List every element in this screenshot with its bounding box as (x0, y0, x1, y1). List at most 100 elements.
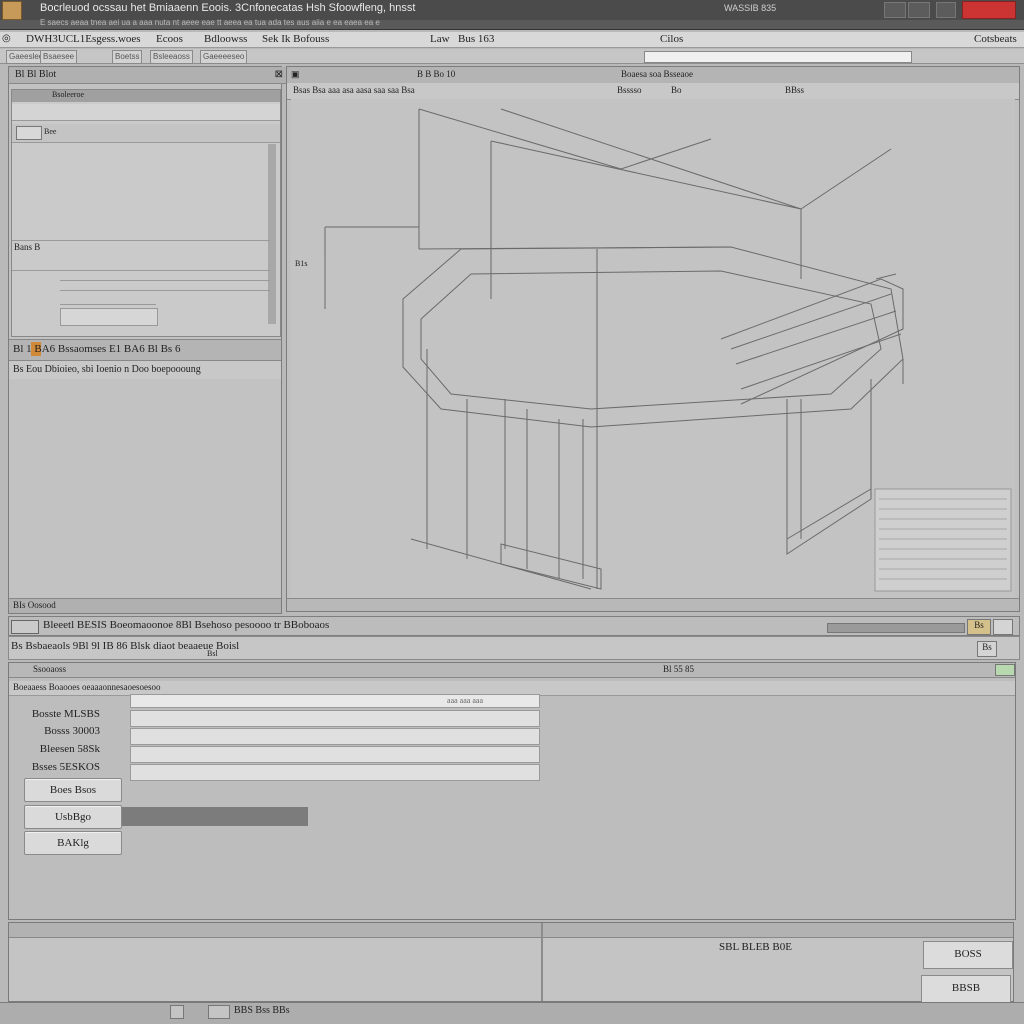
status-icon-1[interactable] (170, 1005, 184, 1019)
status-button-1[interactable]: Bs (967, 619, 991, 635)
object-list-filter[interactable] (12, 104, 280, 121)
viewport-sub-left: Bsas Bsa aaa asa aasa saa saa Bsa (293, 85, 415, 95)
panel-close-icon[interactable]: ⊠ (275, 67, 283, 83)
toolbar-search-field[interactable] (644, 51, 912, 63)
footer-header (9, 923, 1013, 938)
form-value-bar (122, 807, 308, 826)
field-input-3[interactable] (130, 746, 540, 763)
viewport-footer (287, 598, 1019, 611)
form-header-right: Bl 55 85 (663, 664, 695, 674)
toolbar-button-4[interactable]: Bsleeaoss (150, 50, 193, 64)
viewport-canvas[interactable]: B1s (291, 99, 1015, 599)
status-bar: BBS Bss BBs (0, 1002, 1024, 1024)
row-divider (60, 280, 270, 281)
properties-toolbar-text: Bl 1 BA6 Bssaomses E1 BA6 Bl Bs 6 (13, 343, 181, 355)
menu-item-bus[interactable]: Bus 163 (458, 33, 494, 45)
toolbar-button-5[interactable]: Gaeeeeseo (200, 50, 248, 64)
command-bar: Bleeetl BESIS Boeomaoonoe 8Bl Bsehoso pe… (8, 616, 1020, 636)
menu-bar: ◎ DWH3UCL1Esgess.woes Ecoos Bdloowss Sek… (0, 32, 1024, 48)
field-input-hint: aaa aaa aaa (447, 696, 483, 705)
menu-item-tools[interactable]: Sek Ik Bofouss (262, 33, 329, 45)
left-panel-footer-text: BIs Oosood (13, 600, 56, 610)
viewport-title: B B Bo 10 (417, 69, 456, 79)
viewport-header-right: Boaesa soa Bsseaoe (621, 69, 693, 79)
form-header: Ssooaoss Bl 55 85 (9, 663, 1015, 678)
3d-viewport[interactable]: ▣ B B Bo 10 Boaesa soa Bsseaoe Bsas Bsa … (286, 66, 1020, 612)
left-panel-title: Bl Bl Blot (15, 69, 57, 80)
menu-item-file[interactable]: DWH3UCL1Esgess.woes (26, 33, 141, 45)
field-label-1: Bosste MLSBS (31, 708, 100, 720)
object-list-row[interactable] (60, 308, 158, 326)
prompt-subtext: Bsl (207, 649, 218, 658)
prompt-text: Bs Bsbaeaols 9Bl 9l IB 86 Blsk diaot bea… (11, 640, 240, 652)
menu-item-settings[interactable]: Cotsbeats (974, 33, 1017, 45)
object-list-scrollbar[interactable] (268, 144, 276, 324)
field-label-4: Bsses 5ESKOS (31, 761, 100, 773)
app-icon (2, 1, 22, 20)
menu-item-cilos[interactable]: Cilos (660, 33, 683, 45)
field-input-4[interactable] (130, 764, 540, 781)
subbar-text: E saecs aeaa tnea aei ua a aaa nuta nt a… (40, 18, 380, 27)
menu-item-edit[interactable]: Ecoos (156, 33, 183, 45)
prompt-button[interactable]: Bs (977, 641, 997, 657)
viewport-sub-mid2: Bo (671, 85, 682, 95)
form-button-3[interactable]: BAKlg (24, 831, 122, 855)
menu-item-law[interactable]: Law (430, 33, 450, 45)
command-icon[interactable] (11, 620, 39, 634)
toolbar: Gaeesleo Bsaesee Boetss Bsleeaoss Gaeeee… (0, 49, 1024, 64)
footer-button-1[interactable]: BOSS (923, 941, 1013, 969)
row-divider (12, 240, 270, 241)
viewport-subheader: Bsas Bsa aaa asa aasa saa saa Bsa Bsssso… (287, 83, 1019, 100)
properties-body (9, 379, 281, 597)
left-panel-header: Bl Bl Blot ⊠ (9, 67, 287, 84)
field-label-2: Bosss 30003 (44, 725, 100, 737)
object-list-panel: Bsoleeroe Bee Bans B (11, 89, 281, 337)
field-label-3: Bleesen 58Sk (39, 743, 100, 755)
status-icon-2[interactable] (208, 1005, 230, 1019)
row-divider (60, 304, 156, 305)
wireframe-drawing (324, 108, 1012, 592)
field-input-header[interactable]: aaa aaa aaa (130, 694, 540, 708)
viewport-axis-label: B1s (295, 259, 308, 268)
minimize-button[interactable] (884, 2, 906, 18)
form-subheader-text: Boeaaess Boaooes oeaaaonnesaoesoesoo (13, 682, 161, 692)
form-button-1[interactable]: Boes Bsos (24, 778, 122, 802)
properties-description-row: Bs Eou Dbioieo, sbi Ioenio n Doo boepooo… (9, 361, 281, 380)
object-icon[interactable] (16, 126, 42, 140)
window-title-right: WASSIB 835 (724, 3, 777, 13)
menu-item-view[interactable]: Bdloowss (204, 33, 247, 45)
row-label: Bans B (14, 242, 41, 252)
window-title: Bocrleuod ocssau het Bmiaaenn Eoois. 3Cn… (40, 2, 416, 14)
restore-button[interactable] (936, 2, 956, 18)
form-button-2[interactable]: UsbBgo (24, 805, 122, 829)
row-divider (12, 270, 270, 271)
progress-bar (827, 623, 965, 633)
status-button-2[interactable] (993, 619, 1013, 635)
field-input-1[interactable] (130, 710, 540, 727)
field-input-2[interactable] (130, 728, 540, 745)
app-menu-icon[interactable]: ◎ (2, 33, 11, 44)
form-toggle-icon[interactable] (995, 664, 1015, 676)
close-button[interactable] (962, 1, 1016, 19)
status-bar-text: BBS Bss BBs (234, 1005, 290, 1016)
object-list-header: Bsoleeroe (12, 90, 280, 102)
maximize-button[interactable] (908, 2, 930, 18)
viewport-sub-right: BBss (785, 85, 805, 95)
properties-description: Bs Eou Dbioieo, sbi Ioenio n Doo boepooo… (13, 364, 201, 375)
object-list-toolbar: Bee (12, 124, 280, 143)
object-list-subtitle: Bee (44, 127, 57, 136)
viewport-tab-icon[interactable]: ▣ (291, 69, 300, 80)
properties-toolbar: Bl 1 BA6 Bssaomses E1 BA6 Bl Bs 6 (9, 339, 281, 361)
toolbar-button-2[interactable]: Bsaesee (40, 50, 78, 64)
form-header-title: Ssooaoss (33, 664, 67, 674)
viewport-header: ▣ B B Bo 10 Boaesa soa Bsseaoe (287, 67, 1019, 84)
title-bar: Bocrleuod ocssau het Bmiaaenn Eoois. 3Cn… (0, 0, 1024, 20)
left-panel-footer: BIs Oosood (9, 598, 281, 613)
footer-button-2[interactable]: BBSB (921, 975, 1011, 1003)
toolbar-button-3[interactable]: Boetss (112, 50, 143, 64)
left-panel: Bl Bl Blot ⊠ Bsoleeroe Bee Bans B Bl 1 B… (8, 66, 287, 614)
footer-divider (541, 923, 543, 1001)
title-subbar: E saecs aeaa tnea aei ua a aaa nuta nt a… (0, 18, 1024, 30)
footer-text: SBL BLEB B0E (719, 941, 792, 953)
viewport-sub-mid: Bsssso (617, 85, 642, 95)
